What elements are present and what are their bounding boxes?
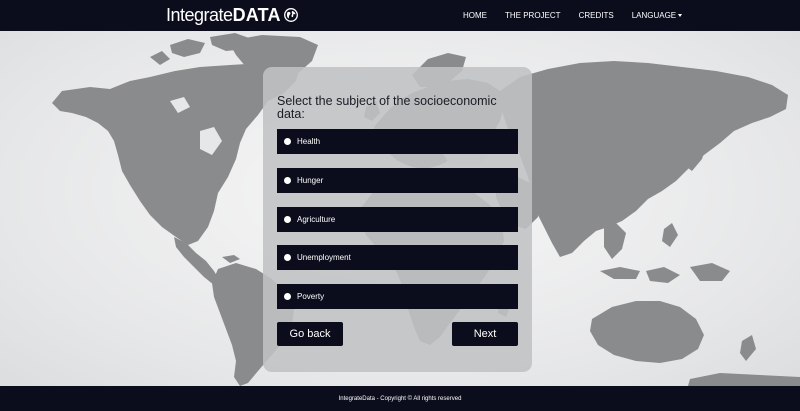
brand-logo[interactable]: Integrate DATA [166, 4, 298, 26]
nav-language-dropdown[interactable]: LANGUAGE [631, 11, 683, 20]
option-hunger[interactable]: Hunger [277, 168, 518, 193]
footer: IntegrateData - Copyright © All rights r… [0, 386, 800, 411]
option-label: Poverty [297, 292, 325, 301]
question-heading: Select the subject of the socioeconomic … [277, 94, 497, 121]
brand-text-light: Integrate [166, 5, 233, 25]
radio-icon[interactable] [284, 293, 291, 300]
copyright-text: IntegrateData - Copyright © All rights r… [338, 395, 462, 402]
option-unemployment[interactable]: Unemployment [277, 245, 518, 270]
option-agriculture[interactable]: Agriculture [277, 207, 518, 232]
go-back-button[interactable]: Go back [277, 322, 343, 346]
radio-icon[interactable] [284, 177, 291, 184]
option-label: Hunger [297, 176, 324, 185]
caret-down-icon [678, 14, 683, 17]
radio-icon[interactable] [284, 216, 291, 223]
radio-icon[interactable] [284, 138, 291, 145]
globe-icon [283, 8, 298, 22]
option-poverty[interactable]: Poverty [277, 284, 518, 309]
navbar: Integrate DATA HOME THE PROJECT CREDITS … [0, 0, 800, 31]
radio-icon[interactable] [284, 254, 291, 261]
nav-home[interactable]: HOME [463, 11, 487, 20]
nav-credits[interactable]: CREDITS [579, 11, 614, 20]
next-button[interactable]: Next [452, 322, 518, 346]
nav-language-label: LANGUAGE [631, 11, 677, 20]
subject-selection-card: Select the subject of the socioeconomic … [263, 67, 532, 372]
option-health[interactable]: Health [277, 129, 518, 154]
option-label: Health [297, 137, 321, 146]
nav-links: HOME THE PROJECT CREDITS LANGUAGE [463, 0, 683, 31]
option-label: Unemployment [297, 253, 351, 262]
option-label: Agriculture [297, 215, 336, 224]
nav-the-project[interactable]: THE PROJECT [505, 11, 561, 20]
brand-text-bold: DATA [232, 5, 281, 25]
